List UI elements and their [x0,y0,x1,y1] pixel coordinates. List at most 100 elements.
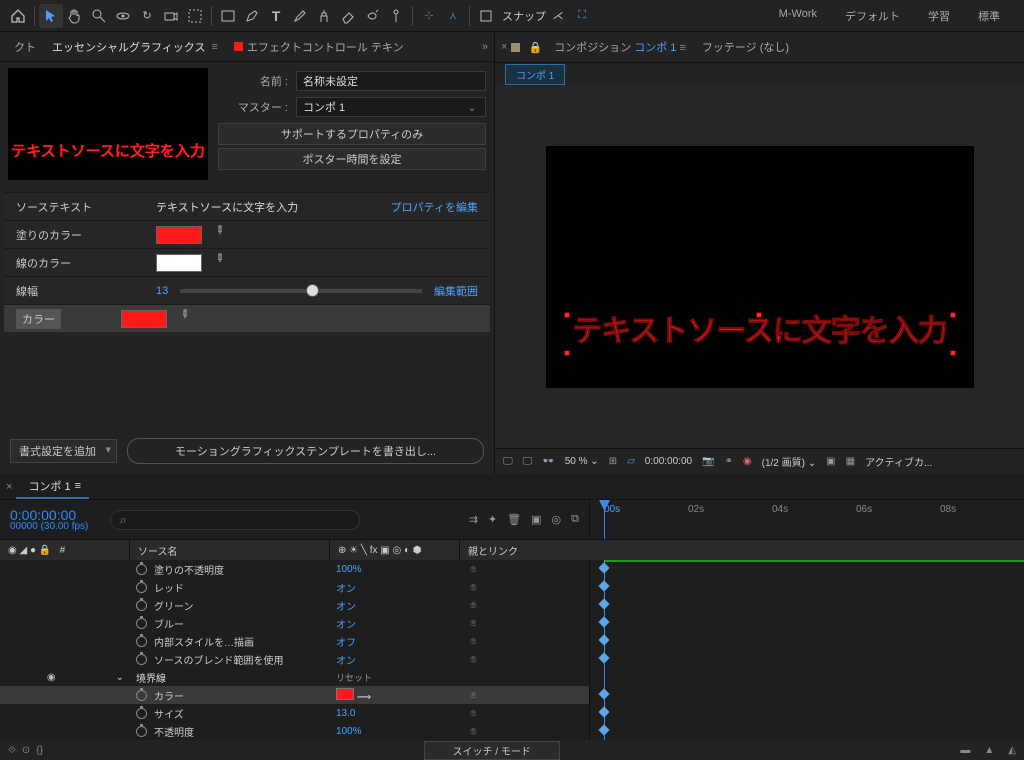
puppet-tool-icon[interactable] [384,4,408,28]
lock-icon[interactable]: 🔒 [528,41,542,54]
tab-footage[interactable]: フッテージ (なし) [694,35,797,59]
current-time-indicator[interactable] [604,500,605,539]
tab-menu-icon[interactable]: ≡ [211,41,217,53]
stopwatch-icon[interactable] [136,636,147,647]
stopwatch-icon[interactable] [136,582,147,593]
eyedropper-icon[interactable]: ✎ [208,250,233,275]
anchor-tool-icon[interactable] [183,4,207,28]
zoom-nav[interactable]: ▬▲◭ [960,745,1016,756]
tl-icon-2[interactable]: ✦ [488,513,497,526]
pickwhip-icon[interactable]: ෧ [470,600,476,611]
region-icon[interactable]: ▣ [826,456,835,467]
resolution-dropdown[interactable]: (1/2 画質) ⌄ [762,454,817,469]
rectangle-tool-icon[interactable] [216,4,240,28]
eraser-tool-icon[interactable] [336,4,360,28]
workspace-mwork[interactable]: M-Work [779,8,817,24]
tl-icon-1[interactable]: ⇉ [469,513,478,526]
export-mogrt-button[interactable]: モーショングラフィックステンプレートを書き出し... [127,438,484,464]
pickwhip-icon[interactable]: ෧ [470,618,476,629]
timeline-tracks[interactable] [590,560,1024,740]
monitor-icon[interactable]: 🖵 [503,456,513,467]
tabs-overflow-icon[interactable]: » [482,41,488,53]
workspace-standard[interactable]: 標準 [978,8,1000,24]
timeline-footer-icons[interactable]: ⟐⊙{} [8,745,43,756]
tl-icon-3[interactable]: 🗑 [507,513,521,526]
eyedropper-icon[interactable]: ✎ [173,306,198,331]
pickwhip-icon[interactable]: ෧ [470,636,476,647]
comp-subtab[interactable]: コンポ 1 [505,64,565,85]
stroke-width-value[interactable]: 13 [156,285,168,297]
stopwatch-icon[interactable] [136,708,147,719]
switch-mode-button[interactable]: スイッチ / モード [424,741,560,760]
fill-color-swatch[interactable] [156,226,202,244]
workspace-default[interactable]: デフォルト [845,8,900,24]
stopwatch-icon[interactable] [136,600,147,611]
color-swatch[interactable] [121,310,167,328]
stroke-color-swatch[interactable] [156,254,202,272]
pickwhip-icon[interactable]: ෧ [470,582,476,593]
tab-composition[interactable]: コンポジション コンポ 1 ≡ [546,35,694,59]
orbit-tool-icon[interactable] [111,4,135,28]
timeline-tab[interactable]: コンポ 1 ≡ [16,475,89,499]
stopwatch-icon[interactable] [136,654,147,665]
edit-properties-link[interactable]: プロパティを編集 [391,199,478,215]
supported-props-button[interactable]: サポートするプロパティのみ [218,123,486,145]
pickwhip-icon[interactable]: ෧ [470,726,476,737]
timeline-search-input[interactable] [110,510,360,530]
hdr-parent[interactable]: 親とリンク [460,540,590,560]
roto-tool-icon[interactable] [360,4,384,28]
viewer-time[interactable]: 0:00:00:00 [645,456,692,467]
close-icon[interactable]: × [501,41,507,53]
zoom-tool-icon[interactable] [87,4,111,28]
tab-essential-graphics[interactable]: エッセンシャルグラフィックス≡ [44,35,226,59]
tab-truncated[interactable]: クト [6,35,44,59]
rotate-tool-icon[interactable]: ↻ [135,4,159,28]
stroke-width-slider[interactable] [180,289,422,293]
snap-box-icon[interactable] [474,4,498,28]
hand-tool-icon[interactable] [63,4,87,28]
hdr-source-name[interactable]: ソース名 [130,540,330,560]
zoom-level[interactable]: 50 % ⌄ [565,456,599,467]
mask-icon[interactable]: 👓 [542,456,554,467]
snap-box2-icon[interactable]: ⛶ [570,4,594,28]
stopwatch-icon[interactable] [136,726,147,737]
master-dropdown[interactable]: コンポ 1⌄ [296,97,486,117]
stopwatch-icon[interactable] [136,690,147,701]
link-icon[interactable]: ⚭ [725,456,733,467]
axis2-icon[interactable]: ⋏ [441,4,465,28]
eyedropper-icon[interactable]: ✎ [208,222,233,247]
stopwatch-icon[interactable] [136,618,147,629]
selection-tool-icon[interactable] [39,4,63,28]
snap-magnet-icon[interactable]: ⋌ [546,4,570,28]
tab-effect-controls[interactable]: エフェクトコントロール テキン [226,35,412,59]
safe-icon[interactable]: ▱ [627,456,635,467]
color-swatch[interactable] [336,688,354,700]
home-icon[interactable] [6,4,30,28]
pickwhip-icon[interactable]: ෧ [470,564,476,575]
display-icon[interactable]: 🖵 [523,456,533,467]
pickwhip-icon[interactable]: ෧ [470,654,476,665]
tl-icon-6[interactable]: ⧉ [571,513,579,526]
grid-icon[interactable]: ⊞ [609,456,617,467]
pickwhip-icon[interactable]: ෧ [470,708,476,719]
brush-tool-icon[interactable] [288,4,312,28]
close-icon[interactable]: × [6,481,12,493]
tl-icon-5[interactable]: ◎ [552,513,562,526]
snap-label[interactable]: スナップ [502,8,546,24]
composition-viewer[interactable]: テキストソースに文字を入力 [495,86,1024,448]
text-tool-icon[interactable]: T [264,4,288,28]
tl-icon-4[interactable]: ▣ [531,513,541,526]
workspace-learn[interactable]: 学習 [928,8,950,24]
pen-tool-icon[interactable] [240,4,264,28]
set-poster-time-button[interactable]: ポスター時間を設定 [218,148,486,170]
transparency-icon[interactable]: ▦ [846,456,855,467]
pickwhip-icon[interactable]: ෧ [470,690,476,701]
clone-tool-icon[interactable] [312,4,336,28]
timeline-ruler[interactable]: 00s 02s 04s 06s 08s [590,500,1024,539]
axis-icon[interactable]: ⊹ [417,4,441,28]
snapshot-icon[interactable]: 📷 [702,456,714,467]
work-area-bar[interactable] [604,560,1024,562]
camera-tool-icon[interactable] [159,4,183,28]
channels-icon[interactable]: ◉ [743,456,752,467]
name-input[interactable]: 名称未設定 [296,71,486,91]
